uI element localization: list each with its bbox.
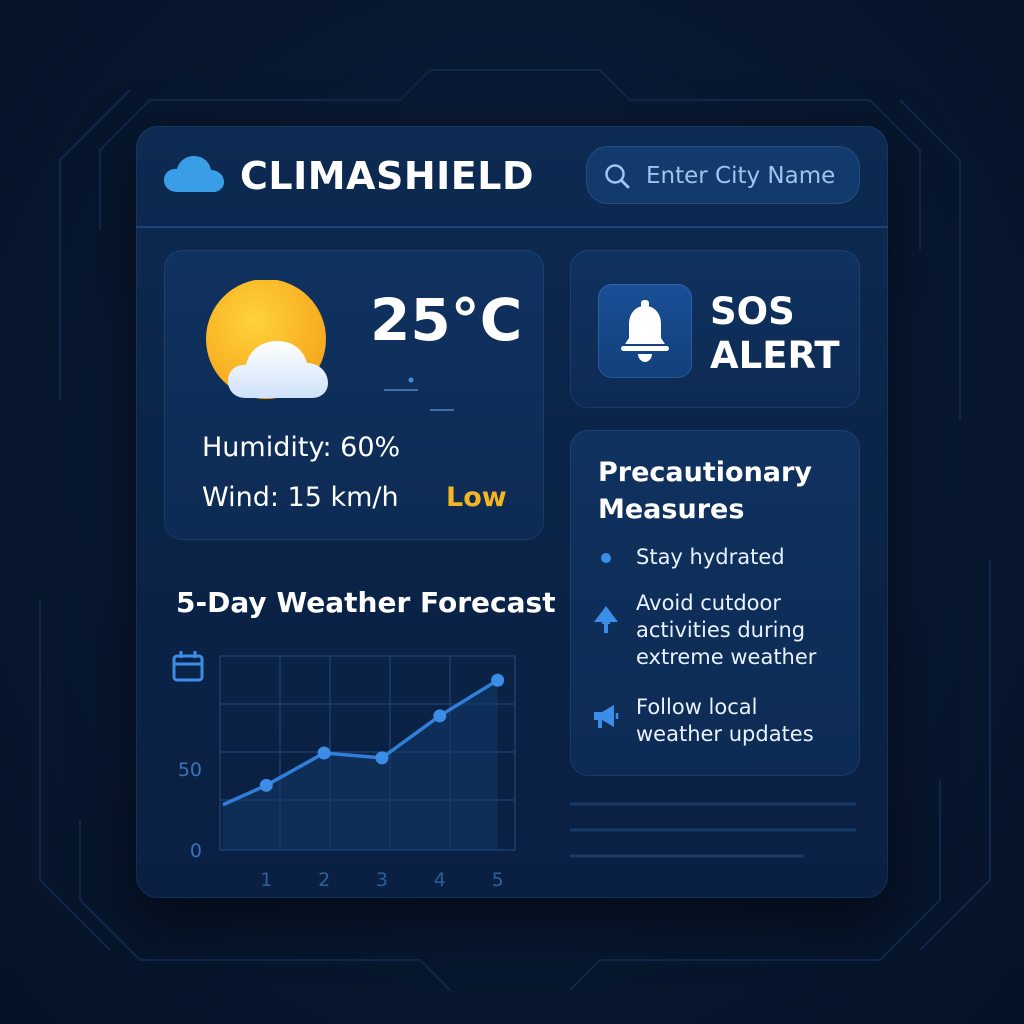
calendar-icon (172, 651, 204, 682)
cloud-icon (164, 156, 224, 198)
bell-icon (617, 298, 673, 368)
y-tick-label: 50 (178, 759, 202, 781)
data-point (259, 778, 273, 792)
humidity-label: Humidity: 60% (202, 432, 401, 463)
x-tick-label: 2 (318, 869, 330, 891)
search-input[interactable] (644, 158, 853, 194)
measure-item: Stay hydrated (636, 545, 785, 569)
current-weather-card: 25°C Humidity: 60% Wind: 15 km/h Low (164, 250, 544, 540)
search-box[interactable] (586, 146, 860, 204)
x-tick-label: 1 (260, 869, 272, 891)
decorative-lines (570, 802, 856, 858)
measures-title: Precautionary Measures (598, 457, 812, 525)
forecast-title: 5-Day Weather Forecast (176, 586, 556, 619)
sos-title-line1: SOS (710, 290, 795, 333)
temperature-value: 25°C (370, 286, 523, 354)
measure-item: Avoid cutdoor activities during extreme … (636, 591, 817, 669)
dashboard-panel: CLIMASHIELD Enter City Name 25°C Humidit… (136, 126, 888, 898)
x-tick-label: 3 (376, 869, 388, 891)
x-tick-label: 5 (492, 869, 504, 891)
precautionary-measures-card: Precautionary Measures Stay hydrated Avo… (570, 430, 860, 776)
bell-icon-box[interactable] (598, 284, 692, 378)
dot-icon (592, 550, 612, 570)
decorative-marks (384, 377, 454, 411)
tree-icon (592, 604, 620, 638)
sos-title: SOS ALERT (710, 290, 840, 378)
sos-alert-button[interactable]: SOS ALERT (570, 250, 860, 408)
measure-item: Follow local weather updates (636, 695, 814, 746)
forecast-chart: 0 50 1 2 3 4 5 (172, 651, 516, 891)
sun-cloud-icon (204, 279, 354, 408)
data-point (375, 751, 389, 765)
megaphone-icon (592, 702, 620, 734)
data-point (317, 746, 331, 760)
risk-level-badge: Low (446, 482, 507, 513)
data-point (433, 709, 447, 723)
header-bar: CLIMASHIELD (136, 126, 888, 228)
wind-label: Wind: 15 km/h (202, 482, 399, 513)
x-tick-label: 4 (434, 869, 446, 891)
data-point (491, 673, 505, 687)
search-icon[interactable] (604, 163, 630, 193)
y-tick-label: 0 (190, 840, 202, 862)
sos-title-line2: ALERT (710, 334, 840, 377)
app-title: CLIMASHIELD (240, 154, 534, 198)
